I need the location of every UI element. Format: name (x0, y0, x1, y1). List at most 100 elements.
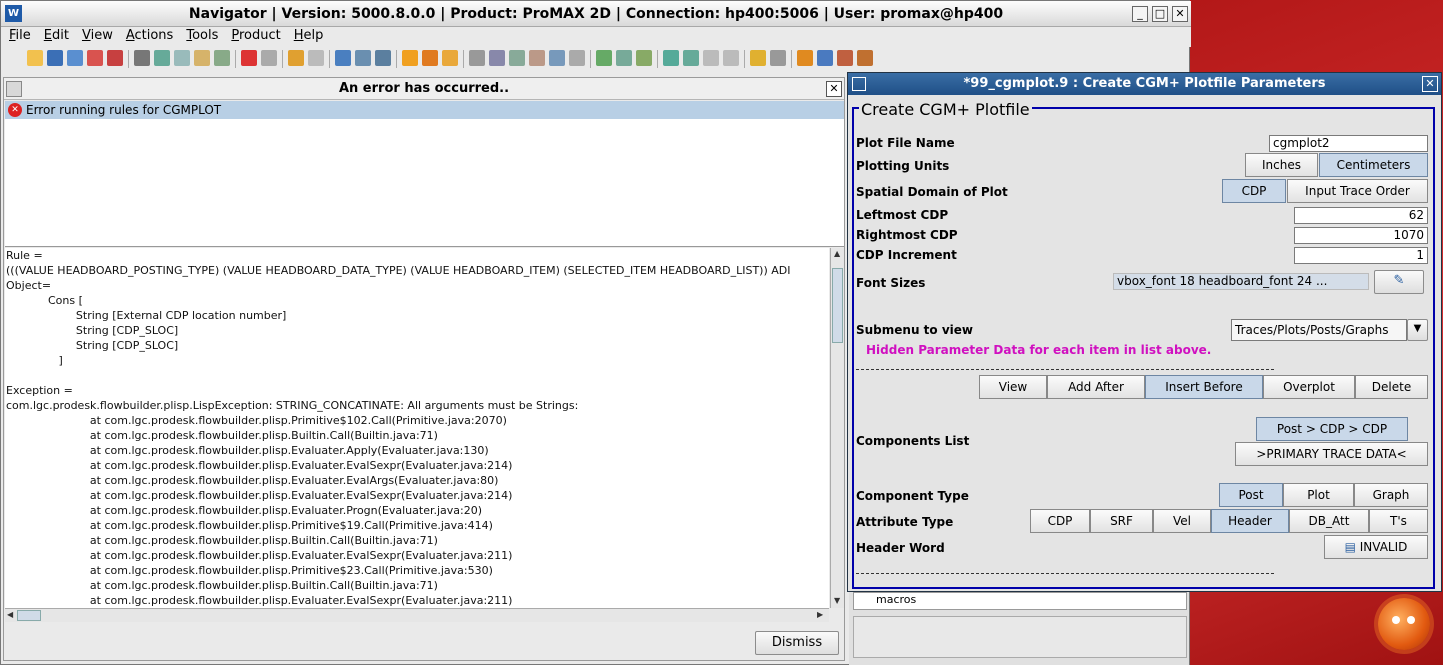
component-item-post[interactable]: Post > CDP > CDP (1256, 417, 1408, 441)
new-icon[interactable] (27, 50, 43, 66)
header-word-button[interactable]: ▤ INVALID (1324, 535, 1428, 559)
plot-type-toggle[interactable]: Plot (1283, 483, 1354, 507)
input-trace-order-toggle[interactable]: Input Trace Order (1287, 179, 1428, 203)
cdp-domain-toggle[interactable]: CDP (1222, 179, 1286, 203)
table-icon[interactable] (489, 50, 505, 66)
params-close-button[interactable]: ✕ (1422, 76, 1438, 92)
monitor-icon[interactable] (770, 50, 786, 66)
export-icon[interactable] (335, 50, 351, 66)
comment-icon[interactable] (288, 50, 304, 66)
settings-icon[interactable] (817, 50, 833, 66)
document-icon[interactable] (469, 50, 485, 66)
component-item-primary[interactable]: >PRIMARY TRACE DATA< (1235, 442, 1428, 466)
chart-icon[interactable] (857, 50, 873, 66)
cdp-attribute-toggle[interactable]: CDP (1030, 509, 1090, 533)
tool-icon[interactable] (837, 50, 853, 66)
menu-tools[interactable]: Tools (178, 27, 223, 43)
error-detail-text: Rule = (((VALUE HEADBOARD_POSTING_TYPE) (… (5, 248, 829, 608)
package-icon[interactable] (529, 50, 545, 66)
edit-icon[interactable] (797, 50, 813, 66)
detail-horizontal-scrollbar[interactable]: ◀ ▶ (5, 608, 829, 622)
menu-edit[interactable]: Edit (36, 27, 74, 43)
open-folder-icon[interactable] (750, 50, 766, 66)
queue-icon[interactable] (422, 50, 438, 66)
centimeters-toggle[interactable]: Centimeters (1319, 153, 1428, 177)
network-icon[interactable] (616, 50, 632, 66)
disabled-icon (261, 50, 277, 66)
spreadsheet-icon[interactable] (509, 50, 525, 66)
graph-type-toggle[interactable]: Graph (1354, 483, 1428, 507)
cdp-increment-input[interactable]: 1 (1294, 247, 1428, 264)
paste-icon[interactable] (194, 50, 210, 66)
detail-line: (((VALUE HEADBOARD_POSTING_TYPE) (VALUE … (6, 264, 791, 277)
rightmost-cdp-input[interactable]: 1070 (1294, 227, 1428, 244)
menu-file[interactable]: File (1, 27, 36, 43)
navigator-titlebar: W Navigator | Version: 5000.8.0.0 | Prod… (1, 1, 1191, 27)
scroll-up-icon[interactable]: ▲ (834, 249, 840, 258)
menu-help[interactable]: Help (286, 27, 329, 43)
plot-file-name-input[interactable]: cgmplot2 (1269, 135, 1428, 152)
detail-line: at com.lgc.prodesk.flowbuilder.plisp.Bui… (6, 429, 438, 442)
font-sizes-value[interactable]: vbox_font 18 headboard_font 24 ... (1113, 273, 1369, 290)
check-icon[interactable] (375, 50, 391, 66)
add-after-button[interactable]: Add After (1047, 375, 1145, 399)
inches-toggle[interactable]: Inches (1245, 153, 1318, 177)
run-icon[interactable] (402, 50, 418, 66)
window-title: Navigator | Version: 5000.8.0.0 | Produc… (188, 6, 1004, 22)
detail-vertical-scrollbar[interactable]: ▲ ▼ (830, 248, 844, 608)
error-list-item[interactable]: ✕ Error running rules for CGMPLOT (5, 101, 844, 119)
vel-attribute-toggle[interactable]: Vel (1153, 509, 1211, 533)
grid-icon[interactable] (134, 50, 150, 66)
vertical-scroll-thumb[interactable] (832, 268, 843, 343)
windows-icon[interactable] (663, 50, 679, 66)
tree-icon[interactable] (355, 50, 371, 66)
maximize-button[interactable]: □ (1152, 6, 1168, 22)
box-icon[interactable] (636, 50, 652, 66)
delete-button[interactable]: Delete (1355, 375, 1428, 399)
submenu-dropdown-button[interactable]: ▼ (1407, 319, 1428, 341)
printer-icon[interactable] (569, 50, 585, 66)
delete-icon[interactable] (87, 50, 103, 66)
gear-disabled-icon (723, 50, 739, 66)
comment-off-icon (308, 50, 324, 66)
ts-attribute-toggle[interactable]: T's (1369, 509, 1428, 533)
edit-font-sizes-button[interactable]: ✎ (1374, 270, 1424, 294)
srf-attribute-toggle[interactable]: SRF (1090, 509, 1153, 533)
detail-line: Cons [ (6, 294, 83, 307)
view-button[interactable]: View (979, 375, 1047, 399)
save-icon[interactable] (47, 50, 63, 66)
menu-actions[interactable]: Actions (118, 27, 179, 43)
close-button[interactable]: ✕ (1172, 6, 1188, 22)
dismiss-button[interactable]: Dismiss (755, 631, 839, 655)
link-icon[interactable] (214, 50, 230, 66)
stop-icon[interactable] (241, 50, 257, 66)
detail-line: at com.lgc.prodesk.flowbuilder.plisp.Pri… (6, 519, 493, 532)
error-close-button[interactable]: ✕ (826, 81, 842, 97)
horizontal-scroll-thumb[interactable] (17, 610, 41, 621)
scroll-left-icon[interactable]: ◀ (7, 610, 13, 619)
scroll-down-icon[interactable]: ▼ (834, 596, 840, 605)
menu-product[interactable]: Product (223, 27, 285, 43)
error-item-text: Error running rules for CGMPLOT (26, 103, 222, 117)
leftmost-cdp-input[interactable]: 62 (1294, 207, 1428, 224)
folder-icon[interactable] (683, 50, 699, 66)
overplot-button[interactable]: Overplot (1263, 375, 1355, 399)
globe-icon[interactable] (549, 50, 565, 66)
macros-combo[interactable]: macros (853, 592, 1187, 610)
cut-icon[interactable] (154, 50, 170, 66)
copy-window-icon[interactable] (67, 50, 83, 66)
copy-icon[interactable] (174, 50, 190, 66)
minimize-button[interactable]: _ (1132, 6, 1148, 22)
submenu-select[interactable]: Traces/Plots/Posts/Graphs (1231, 319, 1407, 341)
db-att-attribute-toggle[interactable]: DB_Att (1289, 509, 1369, 533)
post-type-toggle[interactable]: Post (1219, 483, 1283, 507)
refresh-icon[interactable] (442, 50, 458, 66)
hierarchy-icon[interactable] (596, 50, 612, 66)
header-attribute-toggle[interactable]: Header (1211, 509, 1289, 533)
menu-view[interactable]: View (74, 27, 118, 43)
close-doc-icon[interactable] (107, 50, 123, 66)
params-titlebar: *99_cgmplot.9 : Create CGM+ Plotfile Par… (848, 73, 1441, 95)
insert-before-button[interactable]: Insert Before (1145, 375, 1263, 399)
detail-line: at com.lgc.prodesk.flowbuilder.plisp.Bui… (6, 534, 438, 547)
scroll-right-icon[interactable]: ▶ (817, 610, 823, 619)
